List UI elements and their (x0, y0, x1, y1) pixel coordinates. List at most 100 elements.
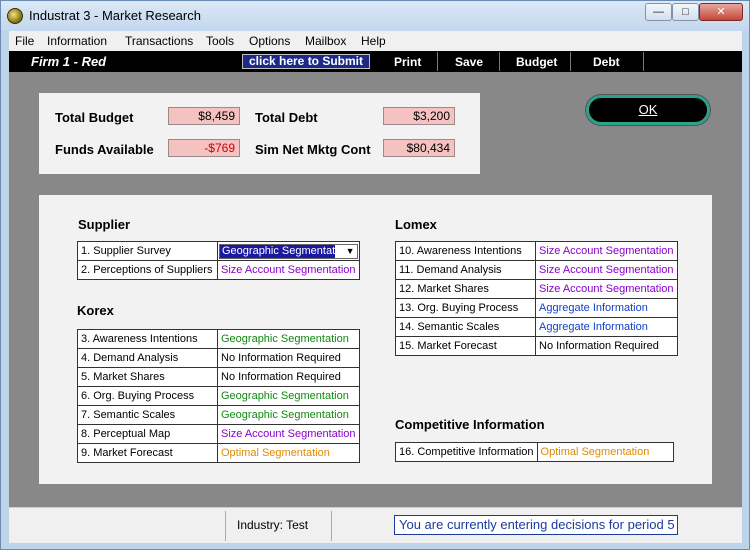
status-divider (331, 511, 332, 541)
research-row: 2. Perceptions of Suppliers Size Account … (77, 260, 360, 280)
debt-button[interactable]: Debt (593, 55, 620, 69)
research-option-select[interactable]: Size Account Segmentation (217, 424, 360, 444)
research-option-select[interactable]: No Information Required (217, 367, 360, 387)
total-debt-label: Total Debt (255, 110, 318, 125)
research-option-select[interactable]: Size Account Segmentation (535, 260, 678, 280)
research-option-select[interactable]: Optimal Segmentation (536, 442, 674, 462)
research-item-name: 5. Market Shares (77, 367, 218, 387)
market-research-panel: Supplier 1. Supplier Survey Geographic Se… (39, 195, 712, 484)
lomex-heading: Lomex (395, 217, 437, 232)
budget-summary-panel: Total Budget $8,459 Total Debt $3,200 Fu… (39, 93, 480, 174)
research-option-select[interactable]: Size Account Segmentation (535, 279, 678, 299)
toolbar-divider (570, 52, 571, 71)
korex-table: 3. Awareness Intentions Geographic Segmen… (77, 329, 360, 463)
menu-bar: File Information Transactions Tools Opti… (9, 31, 742, 51)
total-budget-value: $8,459 (168, 107, 240, 125)
research-option-select[interactable]: Aggregate Information (535, 298, 678, 318)
research-item-name: 13. Org. Buying Process (395, 298, 536, 318)
toolbar-divider (643, 52, 644, 71)
research-option-select[interactable]: Geographic Segmentation ▼ (217, 241, 360, 261)
research-option-select[interactable]: No Information Required (217, 348, 360, 368)
research-row: 1. Supplier SurveyGeographic Segmentatio… (77, 241, 360, 261)
research-row: 7. Semantic Scales Geographic Segmentatio… (77, 405, 360, 425)
research-option-select[interactable]: Geographic Segmentation (217, 386, 360, 406)
research-item-name: 2. Perceptions of Suppliers (77, 260, 218, 280)
research-item-name: 14. Semantic Scales (395, 317, 536, 337)
menu-options[interactable]: Options (249, 34, 290, 48)
total-debt-value: $3,200 (383, 107, 455, 125)
toolbar-divider (499, 52, 500, 71)
funds-available-value: -$769 (168, 139, 240, 157)
dropdown-selected-value: Geographic Segmentation (220, 244, 335, 258)
korex-heading: Korex (77, 303, 114, 318)
period-status: You are currently entering decisions for… (394, 515, 678, 535)
menu-information[interactable]: Information (47, 34, 107, 48)
menu-file[interactable]: File (15, 34, 34, 48)
research-item-name: 6. Org. Buying Process (77, 386, 218, 406)
ok-button[interactable]: OK (586, 95, 710, 125)
app-logo-icon (7, 8, 23, 24)
research-option-dropdown[interactable]: Geographic Segmentation ▼ (219, 243, 358, 259)
research-option-select[interactable]: No Information Required (535, 336, 678, 356)
save-button[interactable]: Save (455, 55, 483, 69)
supplier-heading: Supplier (78, 217, 131, 232)
research-row: 3. Awareness Intentions Geographic Segmen… (77, 329, 360, 349)
research-item-name: 3. Awareness Intentions (77, 329, 218, 349)
firm-label: Firm 1 - Red (31, 54, 107, 69)
sim-net-mktg-label: Sim Net Mktg Cont (255, 142, 371, 157)
research-row: 6. Org. Buying Process Geographic Segment… (77, 386, 360, 406)
ok-button-label: OK (638, 102, 658, 117)
toolbar: Firm 1 - Red click here to Submit Print … (9, 51, 742, 72)
research-row: 5. Market Shares No Information Required (77, 367, 360, 387)
research-item-name: 10. Awareness Intentions (395, 241, 536, 261)
lomex-table: 10. Awareness Intentions Size Account Seg… (395, 241, 678, 356)
research-item-name: 11. Demand Analysis (395, 260, 536, 280)
toolbar-divider (437, 52, 438, 71)
research-row: 9. Market Forecast Optimal Segmentation (77, 443, 360, 463)
research-option-select[interactable]: Aggregate Information (535, 317, 678, 337)
budget-button[interactable]: Budget (516, 55, 557, 69)
submit-button[interactable]: click here to Submit (242, 54, 370, 69)
menu-transactions[interactable]: Transactions (125, 34, 193, 48)
supplier-table: 1. Supplier SurveyGeographic Segmentatio… (77, 241, 360, 280)
funds-available-label: Funds Available (55, 142, 154, 157)
research-option-select[interactable]: Geographic Segmentation (217, 329, 360, 349)
research-row: 4. Demand Analysis No Information Require… (77, 348, 360, 368)
research-option-select[interactable]: Geographic Segmentation (217, 405, 360, 425)
competitive-heading: Competitive Information (395, 417, 545, 432)
menu-tools[interactable]: Tools (206, 34, 234, 48)
research-option-select[interactable]: Size Account Segmentation (535, 241, 678, 261)
research-item-name: 4. Demand Analysis (77, 348, 218, 368)
research-item-name: 8. Perceptual Map (77, 424, 218, 444)
print-button[interactable]: Print (394, 55, 421, 69)
minimize-button[interactable]: — (645, 3, 672, 21)
total-budget-label: Total Budget (55, 110, 134, 125)
research-row: 14. Semantic Scales Aggregate Information (395, 317, 678, 337)
status-divider (225, 511, 226, 541)
chevron-down-icon[interactable]: ▼ (346, 245, 355, 258)
research-option-select[interactable]: Optimal Segmentation (217, 443, 360, 463)
title-bar[interactable]: Industrat 3 - Market Research — □ ✕ (1, 1, 749, 31)
research-row: 8. Perceptual Map Size Account Segmentati… (77, 424, 360, 444)
research-row: 15. Market Forecast No Information Requir… (395, 336, 678, 356)
research-option-select[interactable]: Size Account Segmentation (217, 260, 360, 280)
research-item-name: 7. Semantic Scales (77, 405, 218, 425)
research-row: 16. Competitive Information Optimal Segme… (395, 442, 674, 462)
research-item-name: 1. Supplier Survey (77, 241, 218, 261)
sim-net-mktg-value: $80,434 (383, 139, 455, 157)
industry-label: Industry: Test (237, 518, 309, 532)
close-button[interactable]: ✕ (699, 3, 743, 21)
research-item-name: 16. Competitive Information (395, 442, 538, 462)
research-item-name: 9. Market Forecast (77, 443, 218, 463)
maximize-button[interactable]: □ (672, 3, 699, 21)
window-title: Industrat 3 - Market Research (29, 8, 201, 23)
app-window: Industrat 3 - Market Research — □ ✕ File… (0, 0, 750, 550)
menu-help[interactable]: Help (361, 34, 386, 48)
research-row: 13. Org. Buying Process Aggregate Informa… (395, 298, 678, 318)
competitive-table: 16. Competitive Information Optimal Segme… (395, 442, 674, 462)
research-row: 11. Demand Analysis Size Account Segmenta… (395, 260, 678, 280)
status-bar: Industry: Test You are currently enterin… (9, 507, 742, 543)
research-row: 10. Awareness Intentions Size Account Seg… (395, 241, 678, 261)
client-area: Total Budget $8,459 Total Debt $3,200 Fu… (9, 72, 742, 507)
menu-mailbox[interactable]: Mailbox (305, 34, 346, 48)
